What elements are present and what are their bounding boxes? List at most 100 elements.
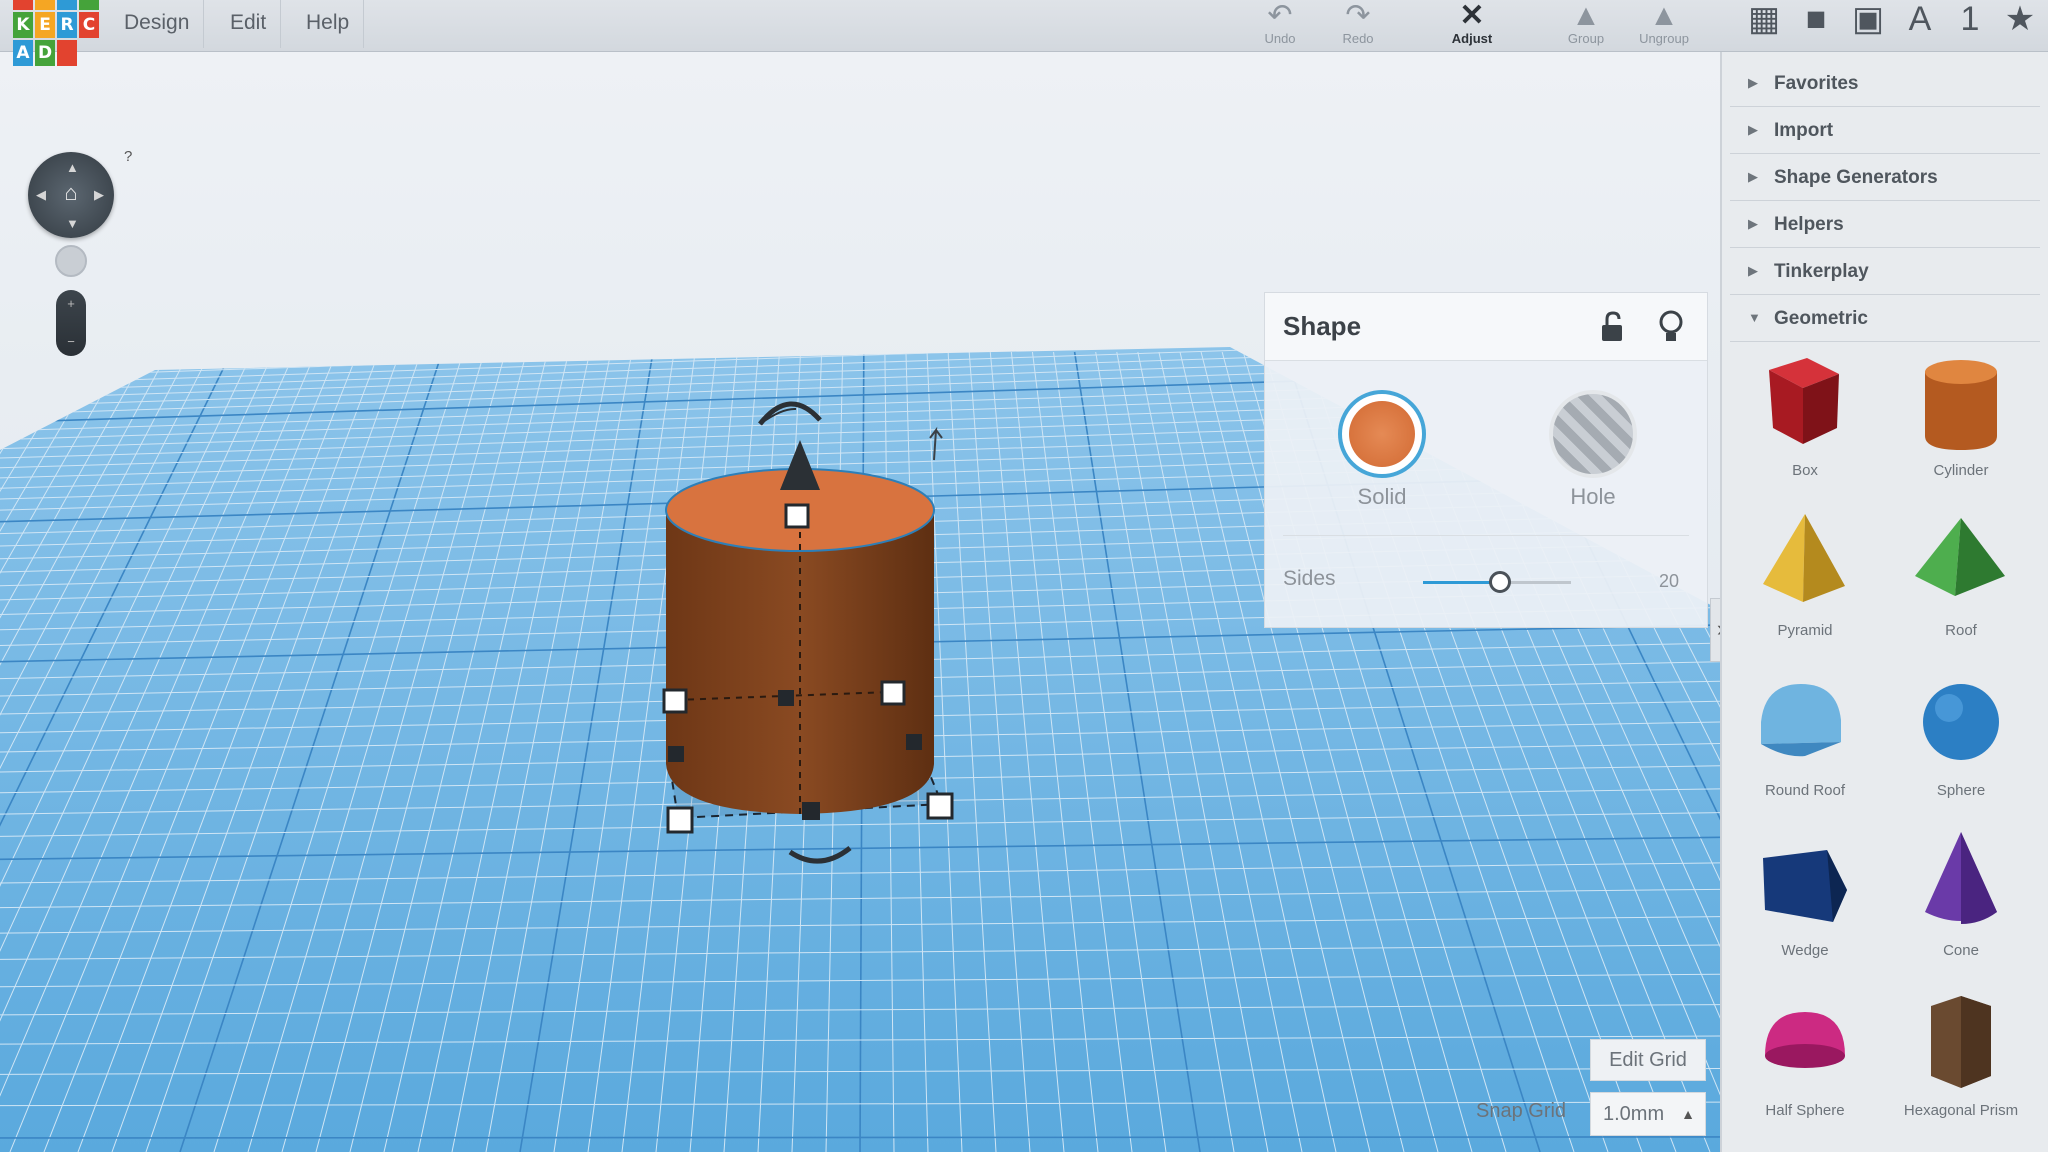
number-tool-button[interactable]: 1 (1946, 0, 1994, 40)
orbit-left-icon[interactable]: ◀ (36, 187, 46, 203)
lock-icon[interactable] (1597, 311, 1629, 343)
shape-label: Box (1792, 462, 1818, 479)
adjust-button[interactable]: ✕ Adjust (1432, 0, 1512, 50)
sidebar-section-label: Geometric (1774, 308, 1868, 329)
sides-value: 20 (1658, 571, 1679, 591)
zoom-out-icon[interactable]: − (56, 334, 86, 349)
wedge-shape-icon (1763, 850, 1847, 922)
snap-grid-value: 1.0mm (1603, 1103, 1665, 1125)
shape-wedge[interactable]: Wedge (1730, 824, 1880, 974)
ungroup-label: Ungroup (1639, 31, 1689, 46)
favorite-button[interactable]: ★ (1996, 0, 2044, 40)
workplane-button[interactable]: ▦ (1740, 0, 1788, 40)
menu-edit[interactable]: Edit (216, 0, 282, 48)
orbit-up-icon[interactable]: ▲ (66, 160, 79, 175)
edge-handle-bottom[interactable] (802, 802, 820, 820)
caret-up-icon: ▲ (1681, 1106, 1695, 1122)
chevron-right-icon: ▶ (1748, 169, 1758, 184)
box-shape-icon (1769, 358, 1839, 444)
logo-tile (57, 40, 77, 66)
shape-label: Wedge (1781, 942, 1829, 959)
view-navigator[interactable]: ⌂ ▲ ▼ ◀ ▶ (28, 152, 114, 238)
edit-grid-button[interactable]: Edit Grid (1590, 1039, 1706, 1081)
group-button[interactable]: ▲ Group (1546, 0, 1626, 50)
shape-label: Round Roof (1764, 782, 1846, 799)
round-roof-shape-icon (1761, 684, 1841, 757)
wireframe-view-button[interactable]: ▣ (1844, 0, 1892, 40)
edge-handle-left[interactable] (668, 746, 684, 762)
shape-roof[interactable]: Roof (1886, 504, 2036, 654)
grid-line (0, 1136, 1720, 1139)
chevron-right-icon: ▶ (1748, 263, 1758, 278)
zoom-control[interactable]: + − (56, 290, 86, 356)
edge-handle-right[interactable] (906, 734, 922, 750)
shape-inspector: Shape Solid Hole Sides 20 (1264, 292, 1708, 628)
cone-shape-icon (1925, 832, 1997, 924)
redo-button[interactable]: ↷ Redo (1318, 0, 1398, 50)
tinkercad-logo[interactable]: KERC AD (13, 0, 99, 66)
collapse-panel-button[interactable]: › (1710, 598, 1720, 662)
shape-box[interactable]: Box (1730, 344, 1880, 494)
shape-pyramid[interactable]: Pyramid (1730, 504, 1880, 654)
sidebar-section-shape-generators[interactable]: ▶ Shape Generators (1730, 154, 2040, 201)
logo-letter: D (35, 40, 55, 66)
sides-slider[interactable] (1423, 571, 1571, 593)
hole-button[interactable] (1549, 390, 1637, 478)
sidebar-section-helpers[interactable]: ▶ Helpers (1730, 201, 2040, 248)
sides-slider-thumb[interactable] (1488, 571, 1511, 593)
sidebar-section-tinkerplay[interactable]: ▶ Tinkerplay (1730, 248, 2040, 295)
help-icon[interactable]: ? (124, 148, 132, 165)
logo-letter: K (13, 12, 33, 38)
home-view-icon[interactable]: ⌂ (58, 180, 84, 206)
resize-handle-right[interactable] (880, 680, 906, 706)
box-view-icon: ■ (1805, 0, 1827, 38)
shape-hexagonal-prism[interactable]: Hexagonal Prism (1886, 984, 2036, 1134)
resize-handle-top[interactable] (784, 503, 810, 529)
logo-stripe (79, 0, 99, 10)
hole-label: Hole (1570, 484, 1616, 509)
shape-half-sphere[interactable]: Half Sphere (1730, 984, 1880, 1134)
chevron-right-icon: ▶ (1748, 122, 1758, 137)
shape-cylinder[interactable]: Cylinder (1886, 344, 2036, 494)
shape-label: Hexagonal Prism (1903, 1102, 2019, 1119)
shape-cone[interactable]: Cone (1886, 824, 2036, 974)
center-handle[interactable] (778, 690, 794, 706)
logo-stripe (35, 0, 55, 10)
zoom-in-icon[interactable]: + (56, 296, 86, 311)
resize-handle-bottom-right[interactable] (926, 792, 954, 820)
group-icon: ▲ (1571, 0, 1601, 32)
text-tool-button[interactable]: A (1896, 0, 1944, 40)
sidebar-section-label: Shape Generators (1774, 167, 1938, 188)
resize-handle-left[interactable] (662, 688, 688, 714)
lightbulb-icon[interactable] (1655, 309, 1687, 345)
orbit-right-icon[interactable]: ▶ (94, 187, 104, 203)
shape-sphere[interactable]: Sphere (1886, 664, 2036, 814)
undo-button[interactable]: ↶ Undo (1240, 0, 1320, 50)
ungroup-button[interactable]: ▲ Ungroup (1624, 0, 1704, 50)
shapes-sidebar: ▶ Favorites ▶ Import ▶ Shape Generators ▶ Helpe… (1720, 52, 2048, 1152)
shape-label: Roof (1945, 622, 1977, 639)
snap-grid-label: Snap Grid (1476, 1100, 1567, 1122)
resize-handle-bottom-left[interactable] (666, 806, 694, 834)
sidebar-section-favorites[interactable]: ▶ Favorites (1730, 60, 2040, 107)
pyramid-shape-icon (1763, 514, 1845, 602)
snap-grid-select[interactable]: 1.0mm ▲ (1590, 1092, 1706, 1136)
inspector-divider (1283, 535, 1689, 536)
text-tool-icon: A (1908, 0, 1932, 38)
menu-design[interactable]: Design (110, 0, 205, 48)
sidebar-section-import[interactable]: ▶ Import (1730, 107, 2040, 154)
fit-view-button[interactable] (55, 245, 87, 277)
logo-letter: E (35, 12, 55, 38)
chevron-right-icon: ▶ (1748, 216, 1758, 231)
menu-help[interactable]: Help (292, 0, 365, 48)
shape-round-roof[interactable]: Round Roof (1730, 664, 1880, 814)
orbit-down-icon[interactable]: ▼ (66, 216, 79, 231)
shape-label: Sphere (1936, 782, 1986, 799)
sidebar-section-label: Import (1774, 120, 1834, 141)
group-label: Group (1567, 31, 1605, 46)
solid-color-button[interactable] (1338, 390, 1426, 478)
logo-stripe (13, 0, 33, 10)
box-view-button[interactable]: ■ (1792, 0, 1840, 40)
3d-viewport[interactable]: ⌂ ▲ ▼ ◀ ▶ ? + − Shape Solid Hole Sides 2… (0, 52, 1720, 1152)
sidebar-section-geometric[interactable]: ▼ Geometric (1730, 295, 2040, 342)
